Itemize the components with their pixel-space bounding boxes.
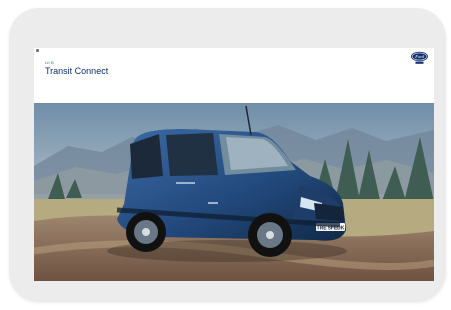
hero-image: TRE 5FEDK <box>34 103 434 281</box>
ford-logo-icon: Ford <box>410 51 429 64</box>
brochure-header: Lit B Transit Connect Ford <box>34 48 434 103</box>
vehicle-brochure-card: Lit B Transit Connect Ford TRE 5FEDK <box>9 8 446 302</box>
page-title: Transit Connect <box>45 66 109 76</box>
ford-logo-text: Ford <box>414 54 424 59</box>
eyebrow-label: Lit B <box>45 60 55 65</box>
corner-marker-icon <box>36 49 39 52</box>
